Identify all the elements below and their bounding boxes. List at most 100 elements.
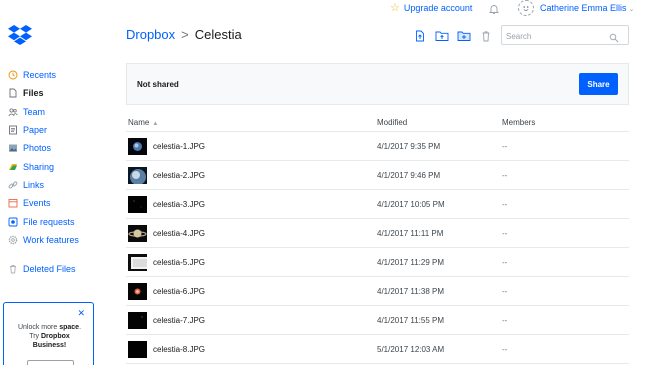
sharing-status: Not shared xyxy=(137,80,179,89)
file-modified: 4/1/2017 11:55 PM xyxy=(377,316,445,325)
sidebar-item-label: Links xyxy=(23,179,45,190)
star-icon: ☆ xyxy=(390,2,400,14)
breadcrumb-root-link[interactable]: Dropbox xyxy=(126,27,175,42)
image-thumbnail xyxy=(128,254,147,271)
sidebar-item-deleted-files[interactable]: Deleted Files xyxy=(8,260,108,278)
promo-text-part: Try xyxy=(29,333,41,340)
promo-text-part: . xyxy=(79,324,82,331)
sidebar-item-label: Recents xyxy=(23,70,57,81)
sidebar-item-file-requests[interactable]: File requests xyxy=(8,212,108,230)
file-list: celestia-1.JPG 4/1/2017 9:35 PM -- celes… xyxy=(126,132,629,364)
file-icon xyxy=(8,88,18,98)
upload-folder-icon[interactable] xyxy=(435,30,449,42)
share-button[interactable]: Share xyxy=(579,73,618,95)
chevron-down-icon: ⌄ xyxy=(628,6,635,13)
close-icon[interactable]: ✕ xyxy=(77,308,85,319)
sidebar-item-paper[interactable]: Paper xyxy=(8,121,108,139)
top-bar: ☆ Upgrade account Catherine Emma Ellis ⌄ xyxy=(0,0,650,20)
table-row[interactable]: celestia-4.JPG 4/1/2017 11:11 PM -- xyxy=(126,219,629,248)
promo-text-part: Unlock more xyxy=(17,324,60,331)
sidebar-item-links[interactable]: Links xyxy=(8,176,108,194)
team-icon xyxy=(8,107,18,117)
search-box xyxy=(501,25,629,48)
sidebar-item-work-features[interactable]: Work features xyxy=(8,231,108,249)
sidebar-item-label: Files xyxy=(23,88,44,99)
toolbar xyxy=(413,30,493,42)
table-row[interactable]: celestia-2.JPG 4/1/2017 9:46 PM -- xyxy=(126,161,629,190)
table-row[interactable]: celestia-3.JPG 4/1/2017 10:05 PM -- xyxy=(126,190,629,219)
sharing-icon xyxy=(8,162,18,172)
file-members: -- xyxy=(502,316,508,325)
column-header-members[interactable]: Members xyxy=(502,118,535,127)
page-title: Celestia xyxy=(194,27,242,42)
file-members: -- xyxy=(502,345,508,354)
link-icon xyxy=(8,180,18,190)
file-members: -- xyxy=(502,200,508,209)
promo-text-bold: Business xyxy=(32,342,64,349)
new-folder-icon[interactable] xyxy=(457,30,471,42)
file-members: -- xyxy=(502,171,508,180)
sidebar-item-label: Photos xyxy=(23,143,52,154)
breadcrumb-separator: > xyxy=(181,27,189,42)
column-header-modified[interactable]: Modified xyxy=(377,118,407,127)
sidebar-item-label: Events xyxy=(23,198,51,209)
column-header-name[interactable]: Name ▲ xyxy=(128,118,158,127)
sidebar-item-photos[interactable]: Photos xyxy=(8,139,108,157)
bell-icon[interactable] xyxy=(488,2,500,14)
file-members: -- xyxy=(502,287,508,296)
file-name: celestia-3.JPG xyxy=(153,200,206,209)
sidebar-item-label: Deleted Files xyxy=(23,264,76,275)
table-row[interactable]: celestia-7.JPG 4/1/2017 11:55 PM -- xyxy=(126,306,629,335)
upgrade-account-link[interactable]: ☆ Upgrade account xyxy=(390,2,472,14)
sidebar-item-label: Sharing xyxy=(23,161,55,172)
search-input[interactable] xyxy=(506,27,606,46)
upload-file-icon[interactable] xyxy=(413,30,427,42)
upgrade-promo-card: ✕ Unlock more space. Try Dropbox Busines… xyxy=(3,302,94,365)
file-name: celestia-7.JPG xyxy=(153,316,206,325)
table-row[interactable]: celestia-1.JPG 4/1/2017 9:35 PM -- xyxy=(126,132,629,161)
sidebar-item-label: Paper xyxy=(23,125,48,136)
file-modified: 4/1/2017 11:29 PM xyxy=(377,258,445,267)
sidebar-item-recents[interactable]: Recents xyxy=(8,66,108,84)
promo-button[interactable] xyxy=(27,360,74,365)
promo-text: Unlock more space. Try Dropbox Business! xyxy=(8,323,91,350)
file-name: celestia-6.JPG xyxy=(153,287,206,296)
avatar[interactable] xyxy=(518,0,534,16)
user-name: Catherine Emma Ellis xyxy=(540,3,627,13)
table-row[interactable]: celestia-5.JPG 4/1/2017 11:29 PM -- xyxy=(126,248,629,277)
table-row[interactable]: celestia-6.JPG 4/1/2017 11:38 PM -- xyxy=(126,277,629,306)
account-menu[interactable]: Catherine Emma Ellis ⌄ xyxy=(540,3,634,13)
sharing-status-banner: Not shared Share xyxy=(126,63,629,105)
image-thumbnail xyxy=(128,341,147,358)
table-row[interactable]: celestia-8.JPG 5/1/2017 12:03 AM -- xyxy=(126,335,629,364)
file-modified: 4/1/2017 11:11 PM xyxy=(377,229,444,238)
sidebar-item-sharing[interactable]: Sharing xyxy=(8,157,108,175)
gear-icon xyxy=(8,235,18,245)
file-name: celestia-1.JPG xyxy=(153,142,206,151)
image-thumbnail xyxy=(128,138,147,155)
promo-text-bold: ! xyxy=(63,342,67,349)
column-header-label: Name xyxy=(128,118,150,127)
sidebar-item-label: File requests xyxy=(23,216,75,227)
file-request-icon xyxy=(8,217,18,227)
sidebar-item-files[interactable]: Files xyxy=(8,84,108,102)
clock-icon xyxy=(8,70,18,80)
search-icon[interactable] xyxy=(609,30,619,48)
sidebar-item-events[interactable]: Events xyxy=(8,194,108,212)
sidebar-item-team[interactable]: Team xyxy=(8,103,108,121)
file-name: celestia-8.JPG xyxy=(153,345,206,354)
file-members: -- xyxy=(502,258,508,267)
dropbox-logo[interactable] xyxy=(8,25,32,45)
file-members: -- xyxy=(502,229,508,238)
image-thumbnail xyxy=(128,196,147,213)
file-modified: 4/1/2017 10:05 PM xyxy=(377,200,445,209)
file-name: celestia-2.JPG xyxy=(153,171,206,180)
image-thumbnail xyxy=(128,167,147,184)
file-modified: 4/1/2017 9:46 PM xyxy=(377,171,441,180)
photo-icon xyxy=(8,143,18,153)
sidebar-item-label: Work features xyxy=(23,234,79,245)
delete-icon[interactable] xyxy=(479,30,493,42)
trash-icon xyxy=(8,264,18,274)
file-name: celestia-5.JPG xyxy=(153,258,206,267)
